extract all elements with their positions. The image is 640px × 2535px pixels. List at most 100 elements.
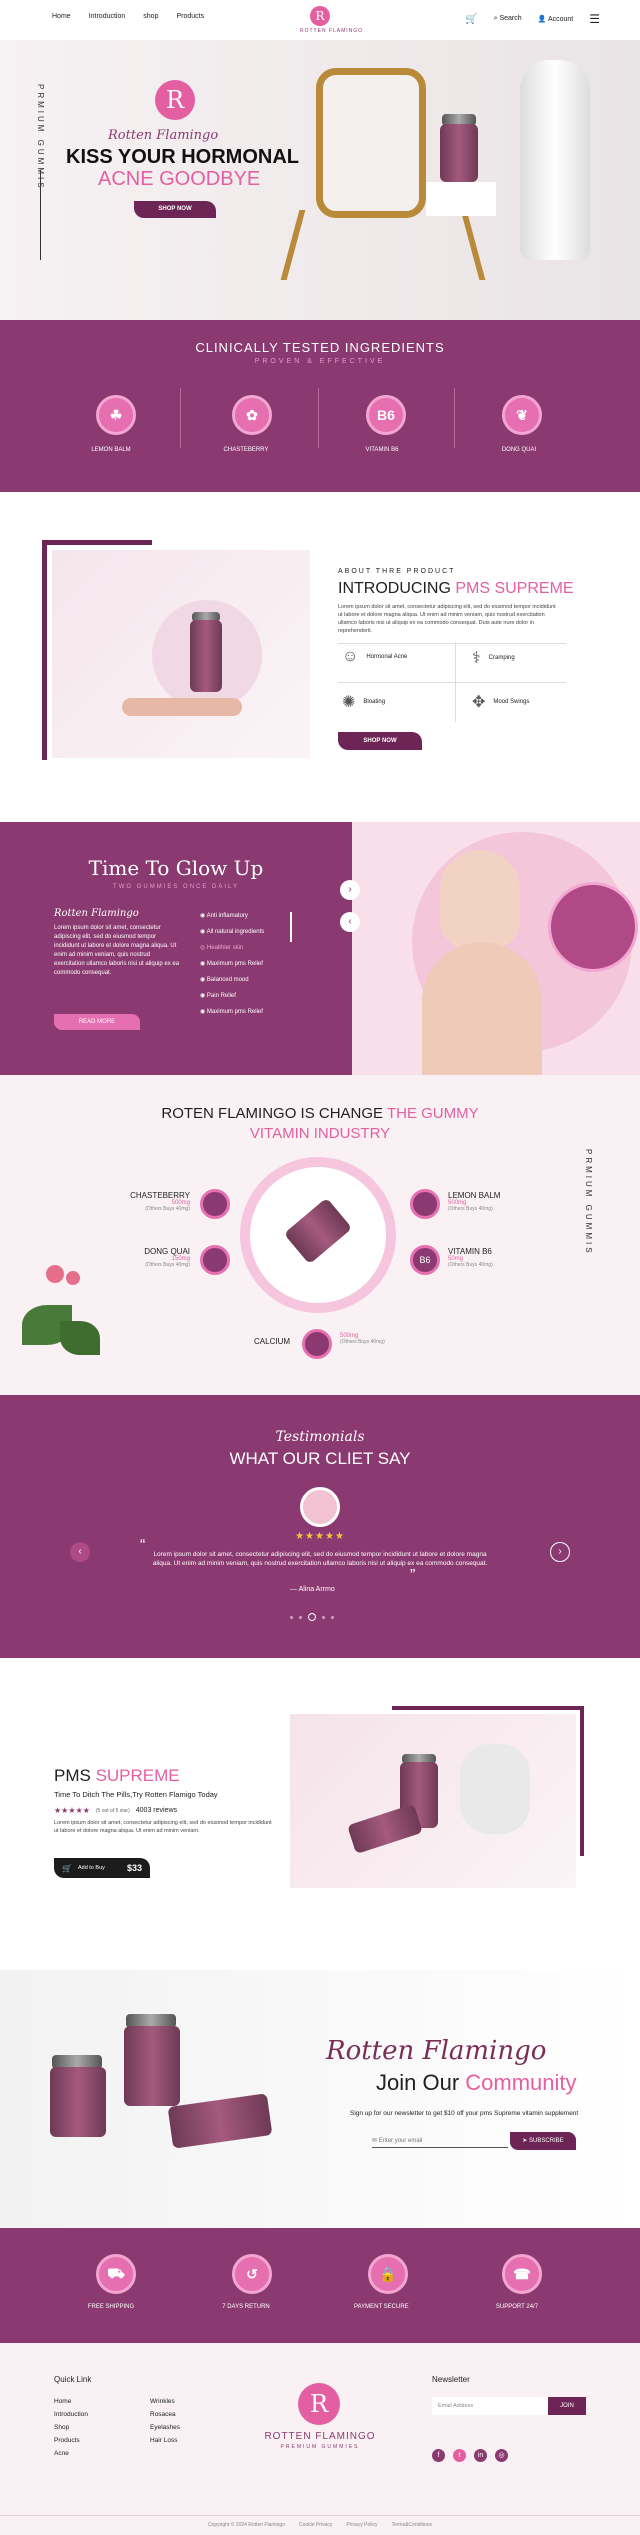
email-placeholder: Enter your email (378, 2138, 423, 2144)
mirror-image (316, 68, 426, 218)
twitter-icon[interactable]: t (453, 2449, 466, 2462)
tipped-jar-image (347, 1803, 423, 1855)
lemon-icon (410, 1189, 440, 1219)
nav-products[interactable]: Products (176, 13, 204, 20)
testimonials-script: Testimonials (275, 1429, 365, 1445)
linkedin-icon[interactable]: in (474, 2449, 487, 2462)
footer-legal-link[interactable]: Terms&Conditions (391, 2522, 432, 2528)
read-more-button[interactable]: READ MORE (54, 1014, 140, 1030)
flamingo-badge-icon: R (155, 80, 195, 120)
nav-home[interactable]: Home (52, 13, 71, 20)
stat-name: LEMON BALM (448, 1191, 501, 1200)
list-item-label: Balanced mood (206, 977, 249, 983)
footer-link[interactable]: Acne (54, 2447, 88, 2460)
community-title-black: Join Our (376, 2070, 466, 2095)
author-name: Alina Arrmo (298, 1586, 335, 1593)
footer-link[interactable]: Introduction (54, 2408, 88, 2421)
footer-link[interactable]: Shop (54, 2421, 88, 2434)
change-vertical-text: PRMIUM GUMMIS (584, 1149, 593, 1256)
ingredient-label: CHASTEBERRY (223, 447, 269, 453)
glow-title: Time To Glow Up (88, 856, 264, 880)
divider (180, 388, 181, 448)
community-title-pink: Community (465, 2070, 577, 2095)
instagram-icon[interactable]: ◎ (495, 2449, 508, 2462)
benefit-label: PAYMENT SECURE (354, 2304, 409, 2310)
glow-script: Rotten Flamingo (54, 908, 139, 919)
benefit-return: ↺ 7 DAYS RETURN (222, 2254, 272, 2310)
dot[interactable] (290, 1615, 293, 1619)
prev-testimonial-button[interactable]: ‹ (70, 1542, 90, 1562)
stat-calcium-name: CALCIUM (254, 1337, 291, 1346)
logo-name: ROTTEN FLAMINGO (300, 28, 364, 34)
next-testimonial-button[interactable]: › (550, 1542, 570, 1562)
dot[interactable] (322, 1615, 325, 1619)
feature-mood-swings: ✥ Mood Swings (472, 692, 529, 712)
flower-icon (46, 1265, 64, 1283)
stat-chasteberry: CHASTEBERRY 500mg (Others Buys 40mg) (120, 1191, 190, 1212)
prev-arrow-icon[interactable]: ‹ (340, 912, 360, 932)
dot[interactable] (331, 1615, 334, 1619)
footer-link[interactable]: Products (54, 2434, 88, 2447)
add-to-cart-button[interactable]: 🛒 Add to Buy $33 (54, 1858, 150, 1878)
footer-legal-link[interactable]: Privacy Policy (346, 2522, 377, 2528)
benefit-free-shipping: ⛟ FREE SHIPPING (88, 2254, 136, 2310)
ingredient-label: VITAMIN B6 (365, 447, 399, 453)
secure-icon: 🔒 (368, 2254, 408, 2294)
benefits-section: ⛟ FREE SHIPPING ↺ 7 DAYS RETURN 🔒 PAYMEN… (0, 2228, 640, 2343)
ingredient-chasteberry: ✿ CHASTEBERRY (224, 395, 272, 453)
dot-active[interactable] (308, 1613, 316, 1621)
facebook-icon[interactable]: f (432, 2449, 445, 2462)
review-count[interactable]: 4003 reviews (136, 1807, 177, 1814)
glow-subtitle: TWO GUMMIES ONCE DAILY (113, 884, 239, 890)
footer-col1: Home Introduction Shop Products Acne (54, 2395, 88, 2460)
stat-lemon-balm: LEMON BALM 500mg (Others Buys 40mg) (448, 1191, 500, 1212)
footer-link[interactable]: Eyelashes (150, 2421, 180, 2434)
flamingo-logo-icon: R (310, 6, 330, 26)
search-button[interactable]: ⌕ Search (494, 15, 522, 23)
testimonials-title: WHAT OUR CLIET SAY (229, 1449, 411, 1468)
account-button[interactable]: 👤 Account (538, 15, 574, 23)
close-quote-icon: ” (410, 1567, 416, 1584)
cart-icon[interactable]: 🛒 (465, 14, 477, 25)
site-logo[interactable]: R ROTTEN FLAMINGO (300, 6, 364, 34)
jar-image (124, 2026, 180, 2106)
next-arrow-icon[interactable]: › (340, 880, 360, 900)
footer-link[interactable]: Rosacea (150, 2408, 180, 2421)
product-title: PMS SUPREME (54, 1766, 180, 1786)
mood-icon: ✥ (472, 694, 486, 711)
hero-shop-button[interactable]: SHOP NOW (134, 201, 216, 218)
about-shop-button[interactable]: SHOP NOW (338, 732, 422, 750)
leaf-icon: ❦ (502, 395, 542, 435)
dot[interactable] (299, 1615, 302, 1619)
newsletter-email-input[interactable]: Email Address (432, 2397, 548, 2415)
list-item-label: All natural ingredients (206, 929, 265, 935)
hand-image (122, 698, 242, 716)
cramping-icon: ⚕ (472, 650, 481, 667)
email-field[interactable]: ✉ Enter your email (372, 2134, 508, 2148)
footer-legal-link[interactable]: Cookie Privacy (299, 2522, 332, 2528)
stat-calcium: 500mg (Others Buys 40mg) (340, 1333, 385, 1345)
benefit-label: 7 DAYS RETURN (222, 2304, 270, 2310)
footer-logo-sub: PREMIUM GUMMIES (280, 2444, 360, 2450)
bloating-icon: ✺ (342, 694, 356, 711)
stat-sub: (Others Buys 40mg) (145, 1262, 190, 1268)
footer-link[interactable]: Hair Loss (150, 2434, 180, 2447)
stat-sub: (Others Buys 40mg) (145, 1206, 190, 1212)
footer-col2: Wrinkles Rosacea Eyelashes Hair Loss (150, 2395, 180, 2447)
footer-link[interactable]: Home (54, 2395, 88, 2408)
menu-icon[interactable]: ☰ (589, 12, 600, 26)
divider (454, 388, 455, 448)
nav-shop[interactable]: shop (143, 13, 158, 20)
footer-link[interactable]: Wrinkles (150, 2395, 180, 2408)
jar-image (190, 620, 222, 692)
list-item: ◉ All natural ingredients (200, 929, 265, 935)
face-icon: ☺ (342, 648, 359, 665)
rating-text: (5 out of 5 star) (95, 1807, 130, 1814)
list-item: ◉ Pain Relief (200, 993, 236, 999)
flower-icon (66, 1271, 80, 1285)
subscribe-button[interactable]: ➤ SUBSCRIBE (510, 2132, 576, 2150)
jar-pedestal (426, 182, 496, 216)
carousel-dots (290, 1613, 334, 1621)
newsletter-join-button[interactable]: JOIN (548, 2397, 586, 2415)
nav-introduction[interactable]: Introduction (89, 13, 126, 20)
